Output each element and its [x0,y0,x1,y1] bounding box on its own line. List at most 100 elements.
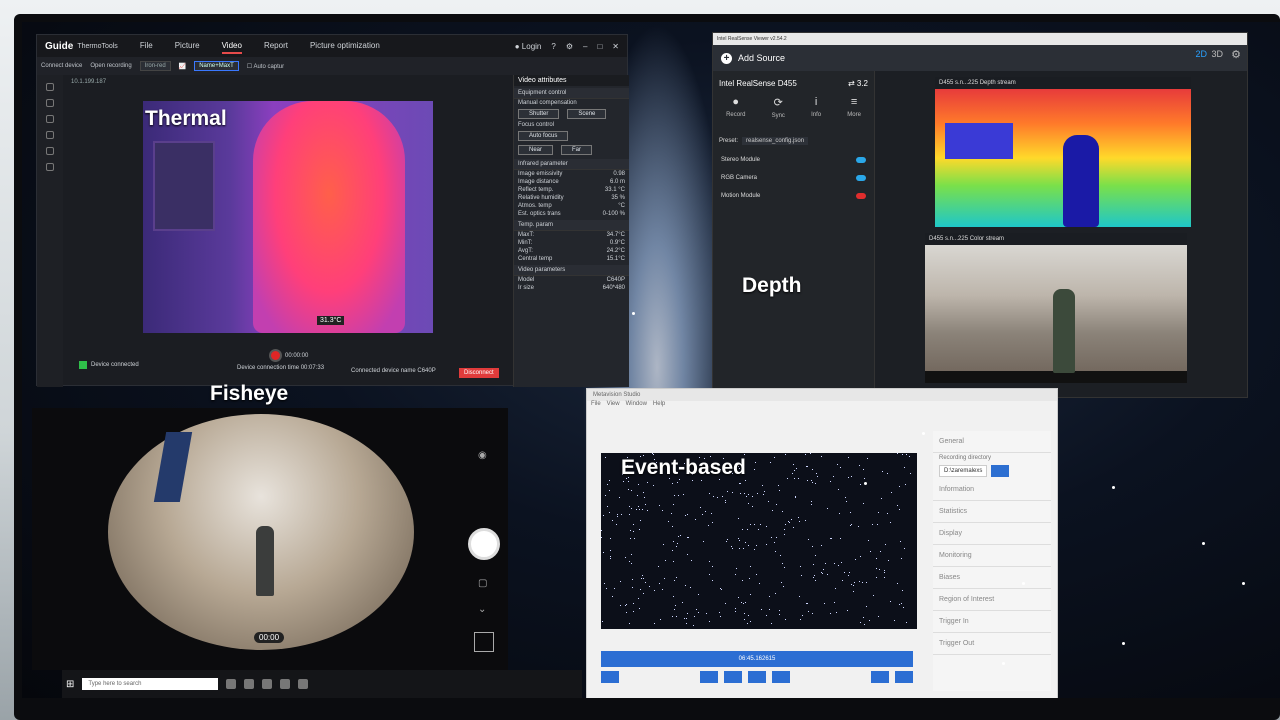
fit-button[interactable] [871,671,889,683]
app-icon[interactable] [280,679,291,689]
menu-button[interactable] [601,671,619,683]
event-dot [639,509,641,510]
module-row[interactable]: RGB Camera [713,169,874,187]
chevron-down-icon[interactable]: ⌄ [478,604,486,615]
recording-directory-input[interactable]: D:\zaremalexs [939,465,988,477]
auto-capture-checkbox[interactable]: ☐ Auto captur [247,63,284,70]
near-button[interactable]: Near [518,145,554,155]
event-dot [863,617,865,619]
folder-icon[interactable] [991,465,1010,477]
timestamp-bar[interactable]: 06:45.162615 [601,651,913,667]
spot-icon[interactable] [46,99,54,107]
shutter-button[interactable]: Shutter [518,109,560,119]
sidebar-information[interactable]: Information [933,479,1051,501]
module-toggle[interactable] [856,175,866,181]
event-dot [737,538,739,540]
param-value[interactable]: 0.98 [613,171,625,177]
event-dot [676,481,678,483]
minimize-icon[interactable]: – [583,42,587,51]
menu-file[interactable]: File [591,401,601,411]
module-row[interactable]: Stereo Module [713,151,874,169]
photo-icon[interactable]: ▢ [478,578,487,589]
app-icon[interactable] [298,679,309,689]
edge-icon[interactable] [262,679,273,689]
record-action[interactable]: ● Record [726,96,745,123]
disconnect-button[interactable]: Disconnect [459,368,499,378]
event-dot [675,577,677,579]
preset-select[interactable]: realsense_config.json [742,137,809,145]
add-source-button[interactable]: + Add Source [713,45,1247,71]
menu-report[interactable]: Report [264,39,288,54]
menu-picture[interactable]: Picture [175,39,200,54]
sidebar-roi[interactable]: Region of Interest [933,589,1051,611]
menu-video[interactable]: Video [221,39,242,54]
rect-icon[interactable] [46,131,54,139]
module-toggle[interactable] [856,157,866,163]
module-row[interactable]: Motion Module [713,187,874,205]
connect-device-button[interactable]: Connect device [41,63,82,69]
temp-param-header[interactable]: Temp. param [514,220,629,231]
palette-select[interactable]: Iron-red [139,61,171,71]
infrared-parameter-header[interactable]: Infrared parameter [514,159,629,170]
mode-3d-button[interactable]: 3D [1211,49,1223,59]
info-action[interactable]: i Info [811,96,821,123]
event-dot [840,537,842,539]
focus-control-label: Focus control [514,121,629,129]
chart-icon[interactable]: 📈 [179,63,186,70]
help-icon[interactable]: ? [551,42,555,51]
save-button[interactable] [724,671,742,683]
filter-select[interactable]: Name+MaxT [194,61,239,71]
param-value[interactable]: 0-100 % [603,211,625,217]
line-icon[interactable] [46,115,54,123]
menu-window[interactable]: Window [626,401,647,411]
menu-view[interactable]: View [607,401,620,411]
maximize-icon[interactable]: □ [597,42,602,51]
param-value[interactable]: 6.0 m [610,179,625,185]
close-icon[interactable]: ✕ [612,42,619,51]
taskbar-search[interactable]: Type here to search [82,678,219,690]
menu-picture-optimization[interactable]: Picture optimization [310,39,380,54]
event-dot [761,608,763,610]
task-view-icon[interactable] [226,679,237,689]
polygon-icon[interactable] [46,163,54,171]
settings-icon[interactable]: ⚙ [566,42,573,51]
pointer-icon[interactable] [46,83,54,91]
video-parameters-header[interactable]: Video parameters [514,265,629,276]
auto-focus-button[interactable]: Auto focus [518,131,569,141]
module-toggle[interactable] [856,193,866,199]
login-button[interactable]: ● Login [515,42,542,51]
explorer-icon[interactable] [244,679,255,689]
menu-file[interactable]: File [140,39,153,54]
gallery-thumbnail[interactable] [474,632,494,652]
event-dot [797,516,799,518]
far-button[interactable]: Far [561,145,593,155]
ellipse-icon[interactable] [46,147,54,155]
more-action[interactable]: ≡ More [847,96,861,123]
sidebar-biases[interactable]: Biases [933,567,1051,589]
sidebar-monitoring[interactable]: Monitoring [933,545,1051,567]
settings-gear-icon[interactable]: ⚙ [1231,48,1241,61]
menu-help[interactable]: Help [653,401,665,411]
sidebar-statistics[interactable]: Statistics [933,501,1051,523]
sidebar-trigger-in[interactable]: Trigger In [933,611,1051,633]
param-value[interactable]: °C [618,203,625,209]
scene-button[interactable]: Scene [567,109,607,119]
record-button[interactable] [748,671,766,683]
sync-action[interactable]: ⟳ Sync [772,96,785,123]
snapshot-button[interactable] [772,671,790,683]
param-value[interactable]: 33.1 °C [605,187,625,193]
sidebar-trigger-out[interactable]: Trigger Out [933,633,1051,655]
sidebar-display[interactable]: Display [933,523,1051,545]
options-button[interactable] [895,671,913,683]
start-icon[interactable]: ⊞ [66,679,74,690]
folder-button[interactable] [700,671,718,683]
event-dot [816,473,818,475]
camera-mode-icon[interactable]: ◉ [478,450,487,461]
record-button[interactable] [269,349,282,362]
sidebar-general[interactable]: General [933,431,1051,453]
mode-2d-button[interactable]: 2D [1195,49,1207,59]
open-recording-button[interactable]: Open recording [90,63,131,69]
camera-shutter-button[interactable] [468,528,500,560]
equipment-control-header[interactable]: Equipment control [514,88,629,99]
param-value[interactable]: 35 % [611,195,625,201]
